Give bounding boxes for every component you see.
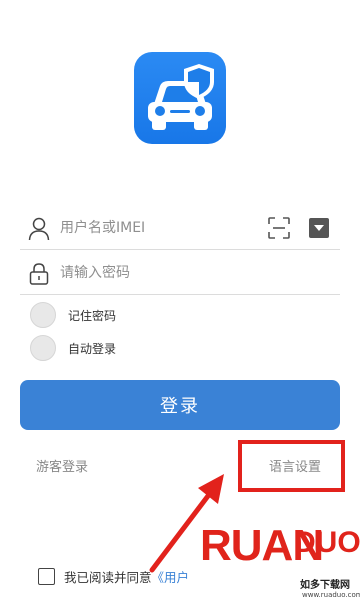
- username-input[interactable]: [60, 214, 260, 242]
- login-button[interactable]: 登录: [20, 380, 340, 430]
- guest-login-link[interactable]: 游客登录: [36, 456, 88, 475]
- agreement-row: 我已阅读并同意 《用户: [38, 566, 189, 586]
- app-logo: [134, 52, 226, 144]
- car-with-shield-icon: [148, 64, 214, 130]
- watermark-brand-2: DUO: [294, 526, 360, 559]
- watermark-url: www.ruaduo.com: [302, 591, 360, 599]
- auto-login-label: 自动登录: [68, 341, 117, 356]
- agreement-checkbox[interactable]: [38, 567, 55, 585]
- auto-login-radio[interactable]: [30, 335, 56, 361]
- highlight-box: [238, 440, 345, 492]
- agreement-text: 我已阅读并同意: [64, 569, 152, 585]
- remember-password-radio[interactable]: [30, 302, 56, 328]
- user-agreement-link[interactable]: 《用户: [152, 567, 190, 586]
- lock-icon: [29, 263, 49, 285]
- password-field: [20, 251, 340, 295]
- user-icon: [28, 217, 50, 241]
- watermark-tagline: 如多下载网: [300, 580, 350, 591]
- dropdown-icon[interactable]: [309, 218, 329, 238]
- remember-password-option[interactable]: 记住密码: [30, 302, 116, 328]
- watermark: RUAN DUO 如多下载网 www.ruaduo.com: [198, 520, 360, 608]
- username-field: [20, 206, 340, 250]
- scan-icon[interactable]: [267, 216, 291, 240]
- auto-login-option[interactable]: 自动登录: [30, 335, 116, 361]
- remember-password-label: 记住密码: [68, 308, 117, 323]
- password-input[interactable]: [60, 259, 260, 287]
